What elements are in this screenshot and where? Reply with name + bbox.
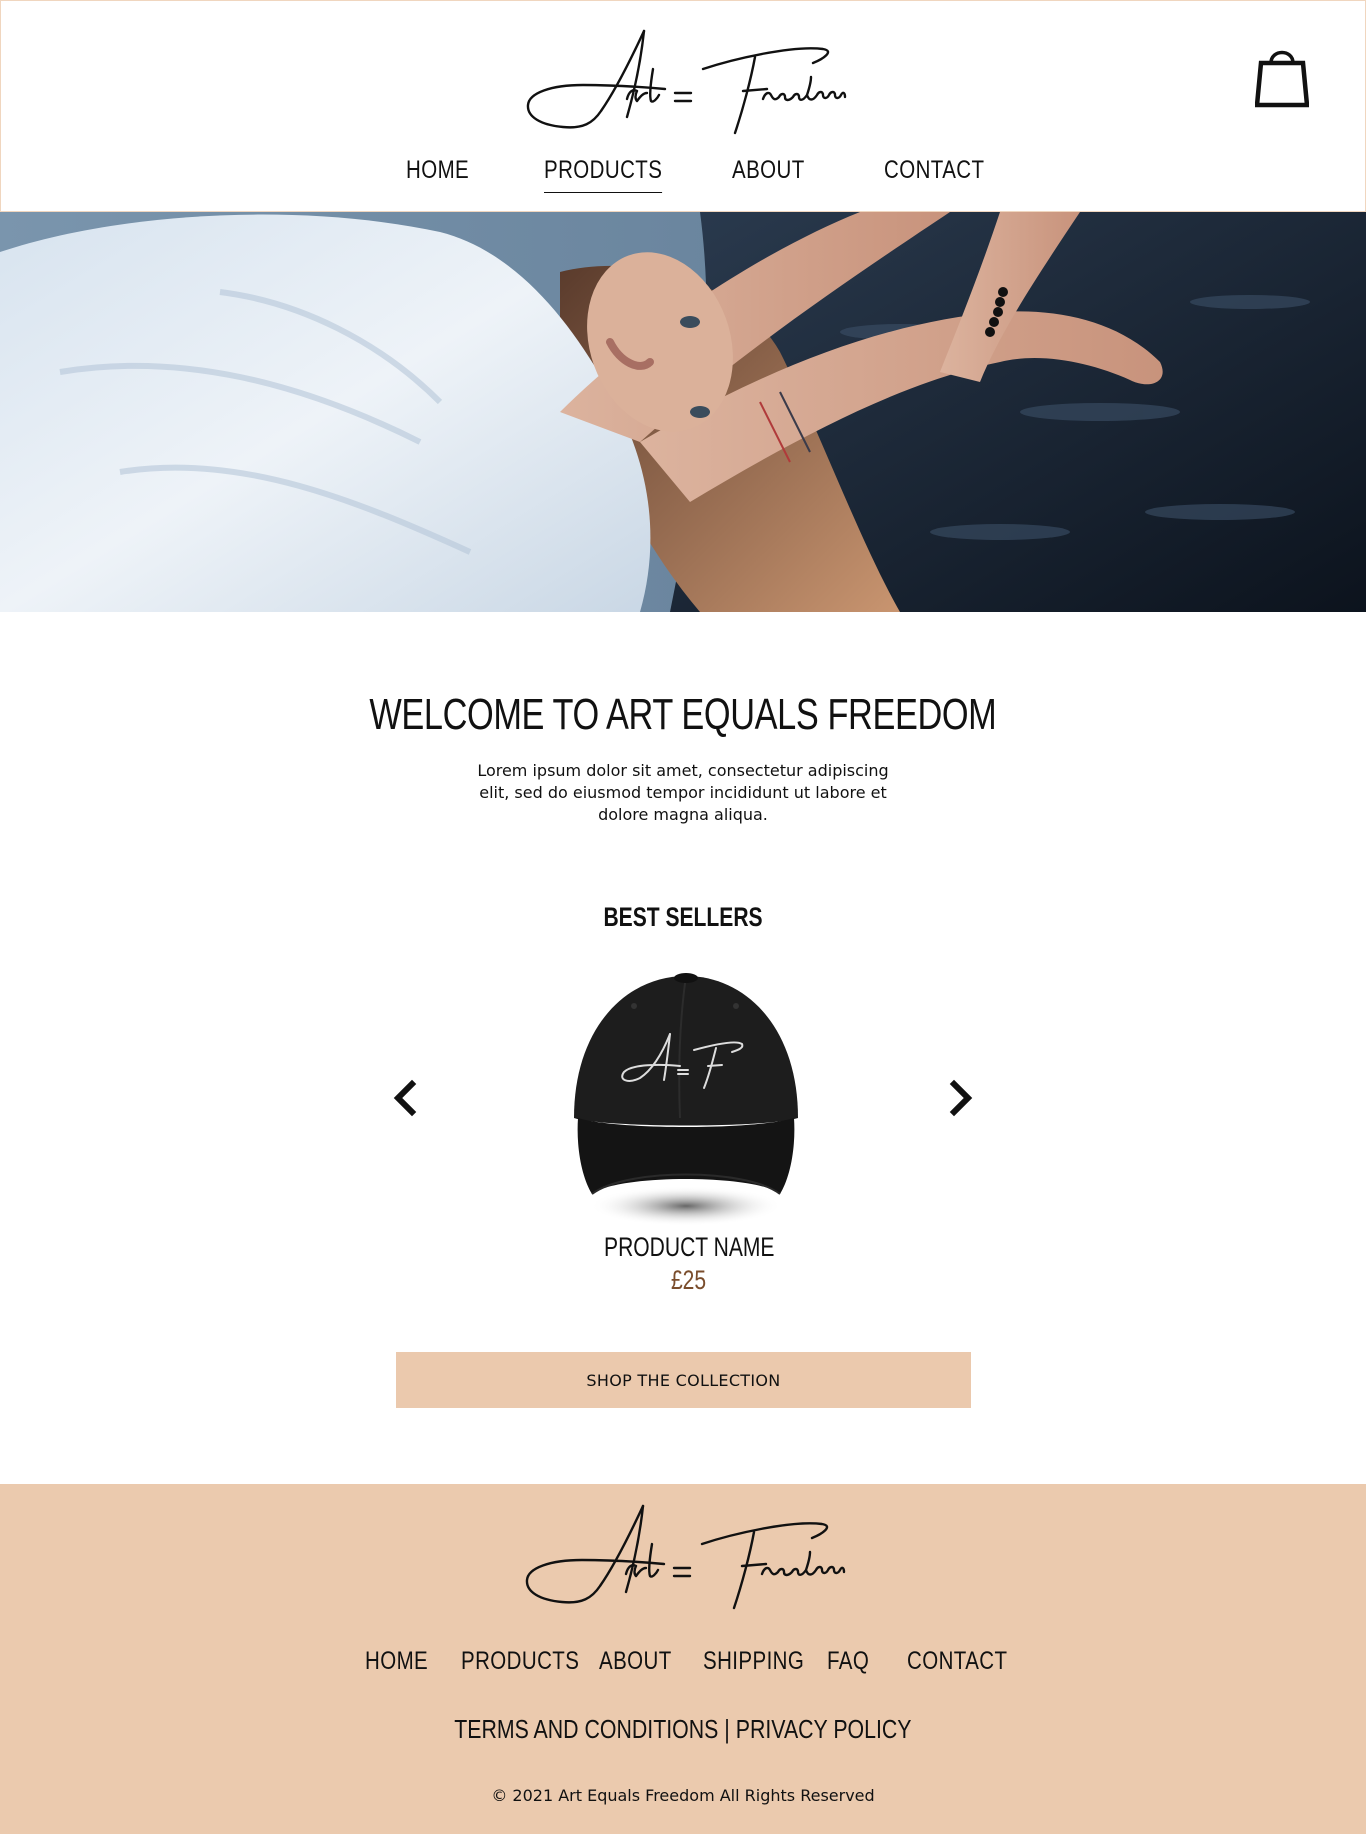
chevron-right-icon[interactable] <box>946 1078 976 1118</box>
site-header: HOME PRODUCTS ABOUT CONTACT <box>0 0 1366 212</box>
terms-link[interactable]: TERMS AND CONDITIONS <box>454 1714 718 1744</box>
nav-home[interactable]: HOME <box>406 153 469 195</box>
footer-nav-faq[interactable]: FAQ <box>827 1644 869 1686</box>
footer-nav-contact[interactable]: CONTACT <box>907 1644 1007 1686</box>
nav-contact[interactable]: CONTACT <box>884 153 984 195</box>
footer-nav: HOME PRODUCTS ABOUT SHIPPING FAQ CONTACT <box>0 1644 1366 1686</box>
chevron-left-icon[interactable] <box>390 1078 420 1118</box>
footer-nav-products[interactable]: PRODUCTS <box>461 1644 579 1686</box>
footer-nav-home[interactable]: HOME <box>365 1644 428 1686</box>
shop-collection-button[interactable]: SHOP THE COLLECTION <box>396 1352 971 1408</box>
copyright-text: © 2021 Art Equals Freedom All Rights Res… <box>491 1786 875 1805</box>
nav-about[interactable]: ABOUT <box>732 153 805 195</box>
product-price: £25 <box>671 1265 707 1295</box>
product-image[interactable] <box>566 968 806 1230</box>
product-name[interactable]: PRODUCT NAME <box>0 1232 1366 1263</box>
footer-logo[interactable] <box>522 1504 846 1612</box>
nav-products[interactable]: PRODUCTS <box>544 153 663 195</box>
site-footer: HOME PRODUCTS ABOUT SHIPPING FAQ CONTACT… <box>0 1484 1366 1834</box>
hero-image <box>0 212 1366 612</box>
legal-separator: | <box>724 1714 730 1744</box>
footer-nav-about[interactable]: ABOUT <box>599 1644 672 1686</box>
shopping-bag-icon[interactable] <box>1255 45 1309 109</box>
header-logo[interactable] <box>523 29 847 137</box>
footer-nav-shipping[interactable]: SHIPPING <box>703 1644 804 1686</box>
welcome-text: Lorem ipsum dolor sit amet, consectetur … <box>477 761 889 824</box>
privacy-link[interactable]: PRIVACY POLICY <box>736 1714 912 1744</box>
main-nav: HOME PRODUCTS ABOUT CONTACT <box>1 153 1366 195</box>
welcome-title: WELCOME TO ART EQUALS FREEDOM <box>369 690 997 739</box>
best-sellers-title: BEST SELLERS <box>603 902 763 932</box>
legal-links: TERMS AND CONDITIONS | PRIVACY POLICY <box>0 1714 1366 1745</box>
